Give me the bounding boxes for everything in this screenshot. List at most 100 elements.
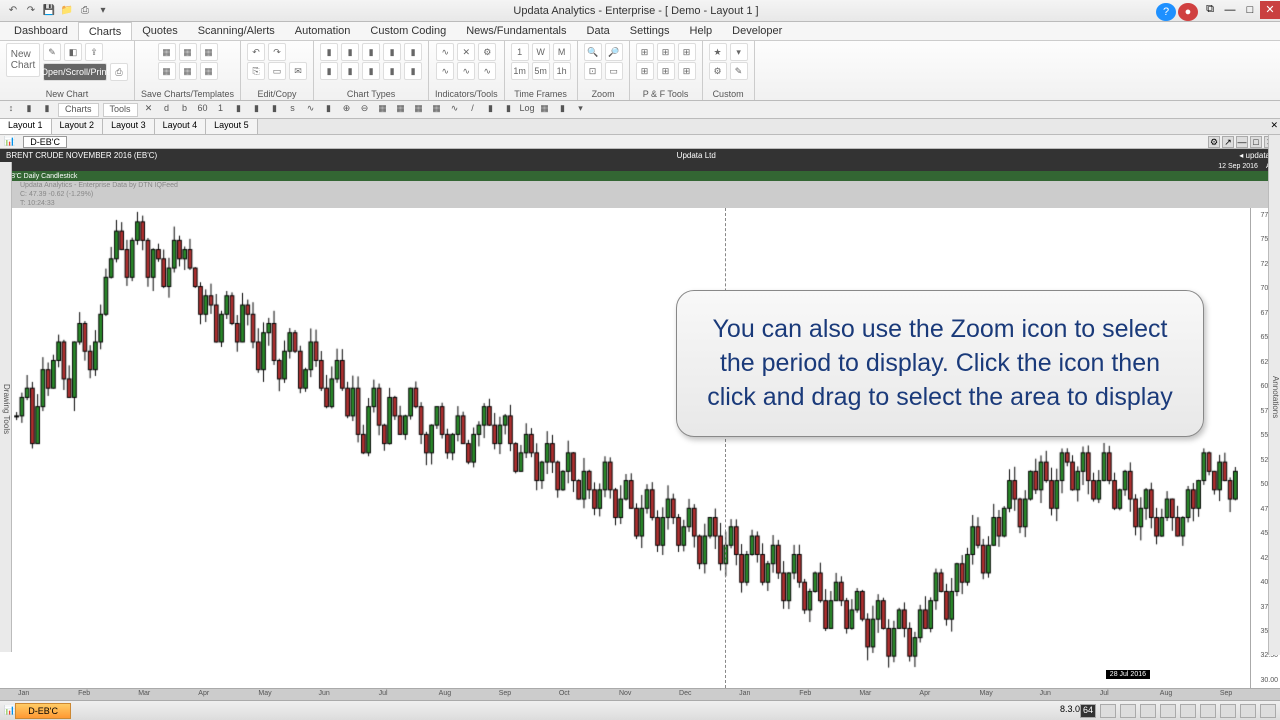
tf-hr-icon[interactable]: 1h (553, 62, 571, 80)
tb-icon[interactable]: s (286, 103, 300, 117)
tb-icon[interactable]: ⊕ (340, 103, 354, 117)
tb-icon[interactable]: b (178, 103, 192, 117)
status-icon[interactable] (1200, 704, 1216, 718)
tb-icon[interactable]: ▮ (22, 103, 36, 117)
save-template-icon[interactable]: ▦ (179, 43, 197, 61)
pf6-icon[interactable]: ⊞ (678, 62, 696, 80)
tb-icon[interactable]: ▦ (538, 103, 552, 117)
ind3-icon[interactable]: ∿ (457, 62, 475, 80)
redo-button[interactable]: ↷ (268, 43, 286, 61)
pf2-icon[interactable]: ⊞ (657, 43, 675, 61)
record-icon[interactable]: ● (1178, 3, 1198, 21)
copy-button[interactable]: ⎘ (247, 62, 265, 80)
tb-icon[interactable]: ▮ (322, 103, 336, 117)
close-icon[interactable]: ✕ (1260, 1, 1280, 19)
menu-scanningalerts[interactable]: Scanning/Alerts (188, 22, 285, 40)
save-chart-icon[interactable]: ▦ (158, 43, 176, 61)
drawing-tools-sidebar[interactable]: Drawing Tools (0, 162, 12, 652)
tb-icon[interactable]: ▦ (376, 103, 390, 117)
layout-tab[interactable]: Layout 5 (206, 119, 258, 134)
paste-button[interactable]: ▭ (268, 62, 286, 80)
layout-close-icon[interactable]: ✕ (1270, 120, 1278, 131)
type9-icon[interactable]: ▮ (383, 62, 401, 80)
chart-link-icon[interactable]: ↗ (1222, 136, 1234, 148)
chart-area[interactable]: 77.5075.0072.5070.0067.5065.0062.5060.00… (0, 208, 1280, 688)
chart-max-icon[interactable]: □ (1250, 136, 1262, 148)
indicator-icon[interactable]: ∿ (436, 43, 454, 61)
tb-icon[interactable]: ▮ (268, 103, 282, 117)
tb-icon[interactable]: ∿ (448, 103, 462, 117)
tb-icon[interactable]: / (466, 103, 480, 117)
zoom-in-icon[interactable]: 🔍 (584, 43, 602, 61)
tb-tools-button[interactable]: Tools (103, 103, 138, 117)
settings-icon[interactable]: ⚙ (478, 43, 496, 61)
new-chart-button[interactable]: New Chart (6, 43, 40, 77)
custom1-icon[interactable]: ★ (709, 43, 727, 61)
menu-help[interactable]: Help (680, 22, 723, 40)
tf-month-icon[interactable]: M (553, 43, 571, 61)
layout-tab[interactable]: Layout 1 (0, 119, 52, 134)
area-icon[interactable]: ▮ (383, 43, 401, 61)
candlestick-icon[interactable]: ▮ (320, 43, 338, 61)
status-icon[interactable] (1160, 704, 1176, 718)
tb-icon[interactable]: ▦ (430, 103, 444, 117)
chart-min-icon[interactable]: — (1236, 136, 1248, 148)
menu-settings[interactable]: Settings (620, 22, 680, 40)
tb-icon[interactable]: ▮ (502, 103, 516, 117)
status-icon[interactable] (1140, 704, 1156, 718)
save-layout-icon[interactable]: ▦ (200, 43, 218, 61)
tb-icon[interactable]: Log (520, 103, 534, 117)
tb-icon[interactable]: 60 (196, 103, 210, 117)
qat-more-icon[interactable]: ▾ (96, 4, 110, 18)
line-icon[interactable]: ▮ (362, 43, 380, 61)
type10-icon[interactable]: ▮ (404, 62, 422, 80)
tb-icon[interactable]: ∿ (304, 103, 318, 117)
tf-week-icon[interactable]: W (532, 43, 550, 61)
tf-day-icon[interactable]: 1 (511, 43, 529, 61)
status-icon[interactable] (1240, 704, 1256, 718)
menu-customcoding[interactable]: Custom Coding (360, 22, 456, 40)
redo-icon[interactable]: ↷ (24, 4, 38, 18)
print-icon[interactable]: ⎙ (110, 63, 128, 81)
maximize-icon[interactable]: □ (1240, 1, 1260, 19)
zoom-reset-icon[interactable]: ⊡ (584, 62, 602, 80)
status-icon[interactable] (1100, 704, 1116, 718)
tb-icon[interactable]: ▮ (556, 103, 570, 117)
ohlc-icon[interactable]: ▮ (404, 43, 422, 61)
status-icon[interactable] (1120, 704, 1136, 718)
layout-tab[interactable]: Layout 2 (52, 119, 104, 134)
tb-icon[interactable]: ✕ (142, 103, 156, 117)
chart-style-icon[interactable]: ✎ (43, 43, 61, 61)
tb-icon[interactable]: ⊖ (358, 103, 372, 117)
load-template-icon[interactable]: ▦ (179, 62, 197, 80)
bar-icon[interactable]: ▮ (341, 43, 359, 61)
status-tab[interactable]: D-EB'C (15, 703, 71, 719)
tb-icon[interactable]: ▮ (232, 103, 246, 117)
chart-export-icon[interactable]: ⇪ (85, 43, 103, 61)
undo-button[interactable]: ↶ (247, 43, 265, 61)
chart-color-icon[interactable]: ◧ (64, 43, 82, 61)
type7-icon[interactable]: ▮ (341, 62, 359, 80)
status-icon[interactable] (1220, 704, 1236, 718)
tb-icon[interactable]: d (160, 103, 174, 117)
menu-charts[interactable]: Charts (78, 22, 132, 40)
menu-dashboard[interactable]: Dashboard (4, 22, 78, 40)
minimize-icon[interactable]: — (1220, 1, 1240, 19)
folder-icon[interactable]: 📁 (60, 4, 74, 18)
pf1-icon[interactable]: ⊞ (636, 43, 654, 61)
load-chart-icon[interactable]: ▦ (158, 62, 176, 80)
annotations-sidebar[interactable]: Annotations (1268, 135, 1280, 655)
menu-developer[interactable]: Developer (722, 22, 792, 40)
pf3-icon[interactable]: ⊞ (678, 43, 696, 61)
help-icon[interactable]: ? (1156, 3, 1176, 21)
chart-canvas[interactable] (14, 208, 1238, 670)
undo-icon[interactable]: ↶ (6, 4, 20, 18)
tb-icon[interactable]: ▾ (574, 103, 588, 117)
ind2-icon[interactable]: ∿ (436, 62, 454, 80)
custom3-icon[interactable]: ⚙ (709, 62, 727, 80)
tools-icon[interactable]: ✕ (457, 43, 475, 61)
zoom-out-icon[interactable]: 🔎 (605, 43, 623, 61)
chart-settings-icon[interactable]: ⚙ (1208, 136, 1220, 148)
menu-newsfundamentals[interactable]: News/Fundamentals (456, 22, 576, 40)
menu-quotes[interactable]: Quotes (132, 22, 187, 40)
